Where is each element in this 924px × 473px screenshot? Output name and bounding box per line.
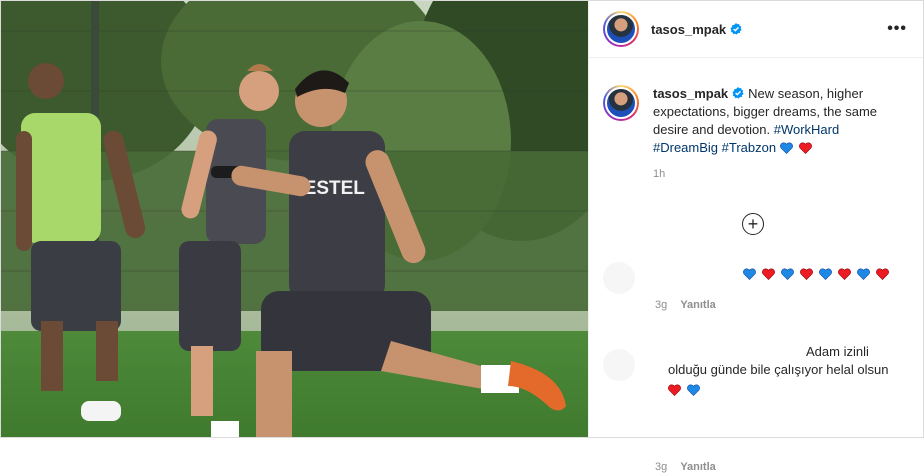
comment-text: Adam izinli olduğu günde bile çalışıyor …: [668, 343, 924, 399]
comment-hearts: [743, 266, 895, 281]
blue-heart-icon: [743, 268, 756, 280]
red-heart-icon: [668, 384, 681, 396]
hashtag-trabzon[interactable]: #Trabzon: [722, 140, 776, 155]
red-heart-icon: [762, 268, 775, 280]
comment-avatar[interactable]: [603, 262, 635, 294]
red-heart-icon: [798, 142, 812, 154]
comments-section: tasos_mpak New season, higher expectatio…: [589, 58, 924, 473]
hashtag-dreambig[interactable]: #DreamBig: [653, 140, 718, 155]
comment-meta: 3g Yanıtla: [655, 461, 716, 473]
blue-heart-icon: [857, 268, 870, 280]
verified-badge-icon: [732, 87, 744, 99]
red-heart-icon: [800, 268, 813, 280]
red-heart-icon: [838, 268, 851, 280]
red-heart-icon: [876, 268, 889, 280]
blue-heart-icon: [687, 384, 700, 396]
post-header: tasos_mpak •••: [589, 1, 923, 58]
comment-age: 3g: [655, 299, 668, 311]
instagram-post: VESTEL tasos_mpak ••• tasos_mpak New sea…: [0, 0, 924, 473]
reply-button[interactable]: Yanıtla: [680, 299, 715, 311]
comment-avatar[interactable]: [603, 349, 635, 381]
more-options-icon[interactable]: •••: [887, 20, 907, 38]
reply-button[interactable]: Yanıtla: [680, 461, 715, 473]
header-username[interactable]: tasos_mpak: [651, 22, 726, 37]
comment-text-line1: Adam izinli: [806, 344, 869, 359]
verified-badge-icon: [730, 23, 742, 35]
post-side-panel: tasos_mpak ••• tasos_mpak New season, hi…: [588, 1, 924, 473]
blue-heart-icon: [819, 268, 832, 280]
hashtag-workhard[interactable]: #WorkHard: [774, 122, 840, 137]
caption: tasos_mpak New season, higher expectatio…: [603, 58, 907, 183]
load-more-comments-icon[interactable]: +: [742, 213, 764, 235]
comment-meta: 3g Yanıtla: [655, 299, 716, 311]
training-photo-illustration: VESTEL: [1, 1, 588, 437]
blue-heart-icon: [781, 268, 794, 280]
caption-avatar[interactable]: [603, 85, 639, 121]
comment-age: 3g: [655, 461, 668, 473]
caption-time: 1h: [653, 168, 666, 180]
blue-heart-icon: [779, 142, 793, 154]
post-photo[interactable]: VESTEL: [1, 1, 588, 437]
caption-username[interactable]: tasos_mpak: [653, 86, 728, 101]
comment-hearts: [668, 381, 924, 399]
caption-body: tasos_mpak New season, higher expectatio…: [653, 85, 893, 183]
comment-text-line2: olduğu günde bile çalışıyor helal olsun: [668, 362, 889, 377]
header-avatar[interactable]: [603, 11, 639, 47]
